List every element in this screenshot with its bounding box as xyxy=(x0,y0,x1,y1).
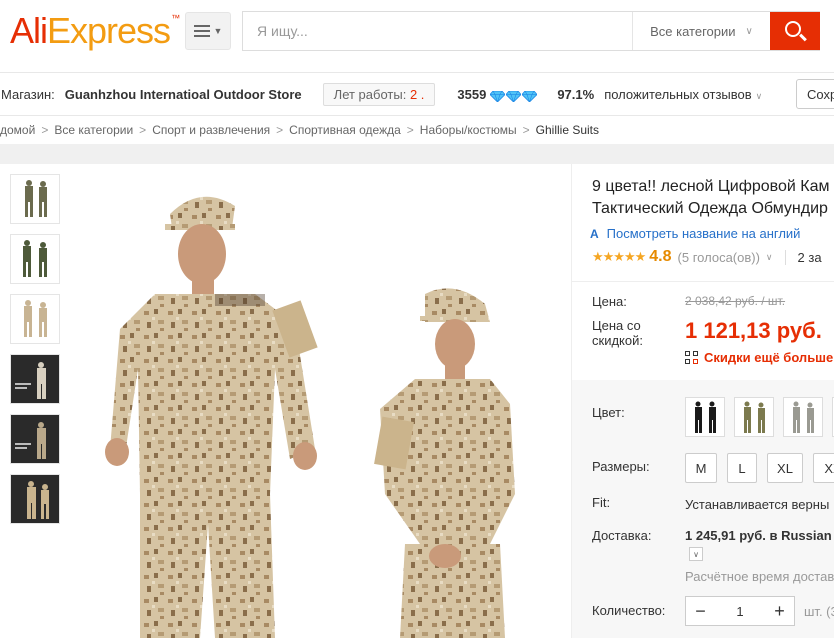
quantity-unit: шт. (3 xyxy=(804,604,834,619)
breadcrumb-item[interactable]: Все категории xyxy=(54,123,133,137)
diamond-icon xyxy=(489,90,506,103)
search-icon xyxy=(783,19,807,43)
store-name-link[interactable]: Guanhzhou Internatioal Outdoor Store xyxy=(65,87,302,102)
logo-tm: ™ xyxy=(171,13,180,23)
feedback-label: положительных отзывов xyxy=(604,86,752,102)
aliexpress-logo[interactable]: AliExpress™ xyxy=(10,10,180,52)
product-thumbnail[interactable] xyxy=(10,474,60,524)
orders-count: 2 за xyxy=(784,249,822,265)
price-label: Цена: xyxy=(592,294,627,309)
store-rank-diamonds xyxy=(489,87,538,103)
product-thumbnail[interactable] xyxy=(10,174,60,224)
save-store-button[interactable]: Сохр xyxy=(796,79,834,109)
discount-price: 1 121,13 руб. xyxy=(685,318,822,343)
product-title: 9 цвета!! лесной Цифровой Кам Тактически… xyxy=(592,176,834,220)
store-years-label: Лет работы: xyxy=(333,86,407,102)
breadcrumb-item[interactable]: Наборы/костюмы xyxy=(420,123,517,137)
translate-title-link[interactable]: A Посмотреть название на англий xyxy=(590,226,800,241)
shipping-price: 1 245,91 руб. в Russian xyxy=(685,528,832,543)
divider xyxy=(572,281,834,282)
promo-link[interactable]: Скидки ещё больше xyxy=(685,350,833,365)
store-years-value: 2 . xyxy=(409,86,425,102)
discount-price-label-line: скидкой: xyxy=(592,333,643,348)
breadcrumb-separator: > xyxy=(522,123,530,137)
size-label: Размеры: xyxy=(592,459,650,474)
store-bar: Магазин: Guanhzhou Internatioal Outdoor … xyxy=(0,72,834,116)
product-thumbnail[interactable] xyxy=(10,354,60,404)
size-option-xl[interactable]: XL xyxy=(767,453,803,483)
hamburger-icon xyxy=(193,25,210,37)
camouflage-uniform-image xyxy=(105,196,515,638)
breadcrumb-separator: > xyxy=(276,123,284,137)
translate-icon: A xyxy=(590,226,599,241)
chevron-down-icon: ∨ xyxy=(755,90,763,101)
star-rating-icon: ★★★★★ xyxy=(592,249,646,264)
store-rank: 3559 xyxy=(457,86,487,102)
thumbnail-list xyxy=(10,174,62,534)
breadcrumb: домой > Все категории > Спорт и развлечени… xyxy=(0,116,834,144)
search-bar: Все категории ∨ xyxy=(242,11,820,51)
product-thumbnail[interactable] xyxy=(10,234,60,284)
breadcrumb-separator: > xyxy=(41,123,49,137)
color-label: Цвет: xyxy=(592,405,625,420)
store-years-badge: Лет работы: 2 . xyxy=(322,82,436,106)
color-swatch-multicam[interactable] xyxy=(734,397,774,437)
discount-price-label: Цена со скидкой: xyxy=(592,318,643,348)
translate-label: Посмотреть название на англий xyxy=(606,226,801,241)
product-thumbnail[interactable] xyxy=(10,294,60,344)
rating-summary[interactable]: ★★★★★ 4.8 (5 голоса(ов)) ∨ 2 за xyxy=(592,248,822,266)
original-price: 2 038,42 руб. / шт. xyxy=(685,294,786,308)
product-title-line: 9 цвета!! лесной Цифровой Кам xyxy=(592,178,830,195)
breadcrumb-separator: > xyxy=(139,123,147,137)
caret-down-icon: ▼ xyxy=(213,26,223,36)
color-swatch-black[interactable] xyxy=(685,397,725,437)
store-label: Магазин: xyxy=(1,86,55,102)
category-select-label: Все категории xyxy=(650,23,736,39)
logo-text-express: Express xyxy=(47,10,171,51)
product-info-panel: 9 цвета!! лесной Цифровой Кам Тактически… xyxy=(571,164,834,638)
fit-value: Устанавливается верны xyxy=(685,497,830,512)
breadcrumb-item[interactable]: Спортивная одежда xyxy=(289,123,401,137)
promo-label: Скидки ещё больше xyxy=(704,350,834,365)
search-button[interactable] xyxy=(770,12,820,50)
quantity-label: Количество: xyxy=(592,603,666,618)
feedback-dropdown[interactable]: положительных отзывов ∨ xyxy=(604,87,762,102)
chevron-down-icon: ∨ xyxy=(765,251,773,262)
chevron-down-icon: ∨ xyxy=(693,549,699,559)
shipping-label: Доставка: xyxy=(592,528,652,543)
breadcrumb-item[interactable]: Спорт и развлечения xyxy=(152,123,270,137)
product-main-image[interactable] xyxy=(70,164,570,638)
quantity-stepper: − + xyxy=(685,596,795,626)
diamond-icon xyxy=(505,90,522,103)
breadcrumb-current[interactable]: Ghillie Suits xyxy=(536,123,599,137)
breadcrumb-item[interactable]: домой xyxy=(0,123,35,137)
product-thumbnail[interactable] xyxy=(10,414,60,464)
discount-price-label-line: Цена со xyxy=(592,318,641,333)
qr-code-icon xyxy=(685,350,699,365)
rating-count: (5 голоса(ов)) xyxy=(677,249,760,265)
diamond-icon xyxy=(521,90,538,103)
quantity-input[interactable] xyxy=(715,603,765,619)
category-select[interactable]: Все категории ∨ xyxy=(632,12,770,50)
rating-value: 4.8 xyxy=(649,248,672,265)
color-swatch-acu[interactable] xyxy=(783,397,823,437)
logo-text-ali: Ali xyxy=(10,10,48,51)
fit-label: Fit: xyxy=(592,495,611,510)
section-divider xyxy=(0,144,834,164)
header: AliExpress™ ▼ Все категории ∨ xyxy=(0,0,834,70)
search-input[interactable] xyxy=(243,12,632,50)
shipping-options-toggle[interactable]: ∨ xyxy=(689,547,703,561)
quantity-decrease-button[interactable]: − xyxy=(686,601,715,622)
size-option-m[interactable]: M xyxy=(685,453,717,483)
categories-menu-button[interactable]: ▼ xyxy=(185,12,231,50)
size-option-xxl[interactable]: XX xyxy=(813,453,834,483)
size-option-l[interactable]: L xyxy=(727,453,757,483)
breadcrumb-separator: > xyxy=(406,123,414,137)
quantity-increase-button[interactable]: + xyxy=(765,601,794,622)
delivery-estimate: Расчётное время достав xyxy=(685,569,834,584)
product-title-line: Тактический Одежда Обмундир xyxy=(592,200,828,217)
chevron-down-icon: ∨ xyxy=(745,25,753,37)
positive-feedback-percent: 97.1% xyxy=(557,86,595,102)
